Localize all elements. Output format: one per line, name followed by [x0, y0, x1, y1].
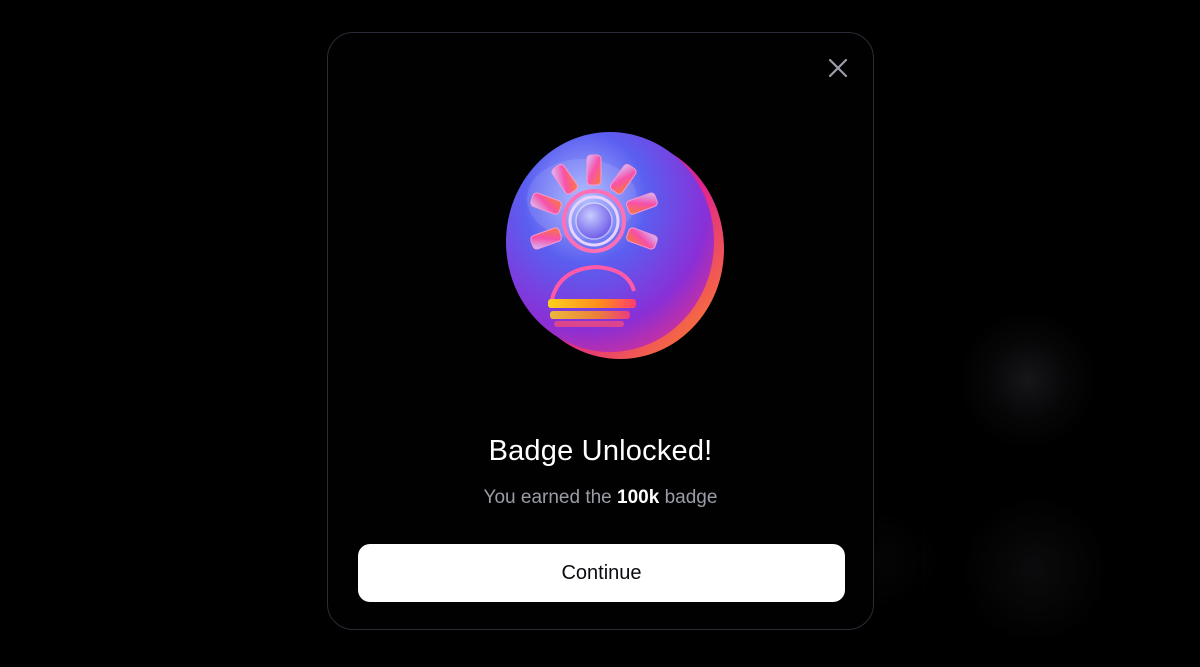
badge-name-highlight: 100k [617, 487, 660, 508]
close-button[interactable] [825, 55, 851, 81]
subtitle-prefix: You earned the [483, 487, 618, 508]
badge-unlocked-modal: Badge Unlocked! You earned the 100k badg… [327, 32, 874, 630]
subtitle-suffix: badge [659, 487, 718, 508]
badge-coin-sun-icon [506, 132, 724, 359]
modal-subtitle: You earned the 100k badge [328, 487, 873, 509]
close-icon [828, 58, 848, 78]
modal-title: Badge Unlocked! [488, 435, 713, 467]
badge-image [500, 129, 730, 361]
continue-button[interactable]: Continue [358, 544, 845, 602]
